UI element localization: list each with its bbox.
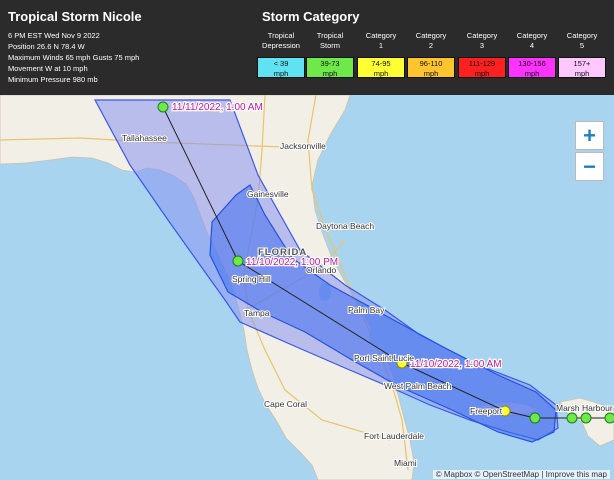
category-swatch-td: < 39 mph — [257, 57, 305, 78]
category-label-c5: Category 5 — [566, 31, 598, 50]
category-swatch-ts: 39-73 mph — [306, 57, 354, 78]
city-gainesville: Gainesville — [247, 189, 289, 199]
category-label-ts: Tropical Storm — [316, 31, 344, 50]
map-canvas[interactable]: 11/11/2022, 1:00 AM 11/10/2022, 1:00 PM … — [0, 95, 614, 480]
category-label-c1: Category 1 — [365, 31, 397, 50]
city-port-saint-lucie: Port Saint Lucie — [354, 353, 414, 363]
storm-max-winds: Maximum Winds 65 mph Gusts 75 mph — [8, 53, 140, 62]
category-title: Storm Category — [262, 9, 360, 24]
city-miami: Miami — [394, 458, 417, 468]
city-orlando: Orlando — [306, 265, 337, 275]
category-label-c2: Category 2 — [415, 31, 447, 50]
storm-datetime: 6 PM EST Wed Nov 9 2022 — [8, 31, 100, 40]
city-cape-coral: Cape Coral — [264, 399, 307, 409]
storm-movement: Movement W at 10 mph — [8, 64, 88, 73]
city-jacksonville: Jacksonville — [280, 141, 326, 151]
category-swatch-c4: 130-156 mph — [508, 57, 556, 78]
map-svg[interactable]: 11/11/2022, 1:00 AM 11/10/2022, 1:00 PM … — [0, 95, 614, 480]
city-spring-hill: Spring Hill — [232, 274, 271, 284]
storm-pressure: Minimum Pressure 980 mb — [8, 75, 98, 84]
city-tampa: Tampa — [244, 308, 270, 318]
storm-name: Tropical Storm Nicole — [8, 9, 142, 24]
forecast-point-nov10-pm[interactable] — [232, 255, 244, 267]
zoom-in-button[interactable]: + — [575, 121, 604, 150]
forecast-label-nov11: 11/11/2022, 1:00 AM — [172, 102, 263, 113]
past-point-3[interactable] — [580, 412, 592, 424]
past-point-4[interactable] — [604, 412, 614, 424]
past-point-2[interactable] — [566, 412, 578, 424]
map-attribution[interactable]: © Mapbox © OpenStreetMap | Improve this … — [432, 470, 610, 479]
category-label-c3: Category 3 — [466, 31, 498, 50]
category-swatch-c3: 111-129 mph — [458, 57, 506, 78]
category-swatch-c2: 96-110 mph — [407, 57, 455, 78]
city-marsh-harbour: Marsh Harbour — [556, 403, 613, 413]
city-fort-lauderdale: Fort Lauderdale — [364, 431, 424, 441]
storm-position: Position 26.6 N 78.4 W — [8, 42, 85, 51]
city-west-palm-beach: West Palm Beach — [384, 381, 452, 391]
city-daytona-beach: Daytona Beach — [316, 221, 374, 231]
category-label-td: Tropical Depression — [262, 31, 300, 50]
category-label-c4: Category 4 — [516, 31, 548, 50]
city-tallahassee: Tallahassee — [122, 133, 167, 143]
city-palm-bay: Palm Bay — [348, 305, 385, 315]
forecast-point-nov11[interactable] — [157, 101, 169, 113]
past-point-1[interactable] — [529, 412, 541, 424]
info-header: Tropical Storm Nicole 6 PM EST Wed Nov 9… — [0, 0, 614, 95]
state-label-florida: FLORIDA — [258, 247, 307, 258]
zoom-out-button[interactable]: − — [575, 152, 604, 181]
category-swatch-c5: 157+ mph — [558, 57, 606, 78]
category-swatch-c1: 74-95 mph — [357, 57, 405, 78]
forecast-label-nov10-am: 11/10/2022, 1:00 AM — [410, 359, 502, 370]
city-freeport: Freeport — [470, 406, 503, 416]
